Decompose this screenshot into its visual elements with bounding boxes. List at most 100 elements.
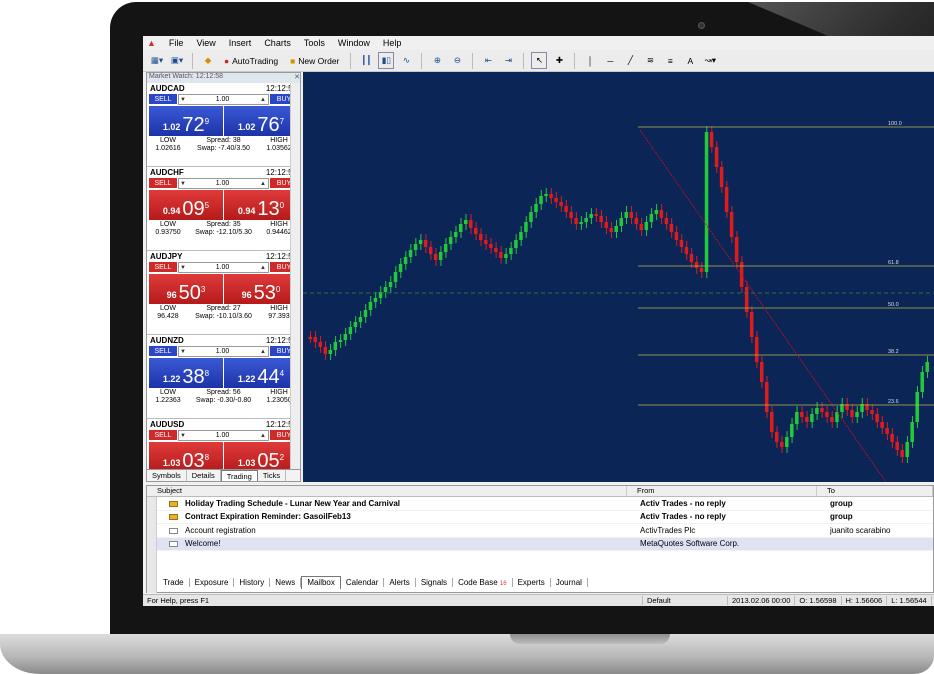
close-icon[interactable]: ✕ xyxy=(294,73,300,83)
ask-quote[interactable]: 96 53 0 xyxy=(224,274,298,304)
new-order-label: New Order xyxy=(298,55,340,66)
ask-quote[interactable]: 1.02 76 7 xyxy=(224,106,298,136)
lot-size-field[interactable]: ▼ 1.00 ▲ xyxy=(178,346,269,357)
mail-row[interactable]: Welcome! MetaQuotes Software Corp. xyxy=(157,537,933,551)
chevron-up-icon[interactable]: ▲ xyxy=(259,433,266,439)
menu-view[interactable]: View xyxy=(196,38,215,48)
lot-size-field[interactable]: ▼ 1.00 ▲ xyxy=(178,262,269,273)
fibonacci-icon[interactable]: ≡ xyxy=(662,52,678,69)
bid-prefix: 96 xyxy=(166,290,177,300)
tab-experts[interactable]: Experts xyxy=(513,578,551,587)
symbol-name[interactable]: AUDNZD xyxy=(150,336,184,345)
candlestick-icon[interactable]: ▮▯ xyxy=(378,52,395,69)
equidistant-channel-icon[interactable]: ≋ xyxy=(642,52,658,69)
bid-quote[interactable]: 0.94 09 5 xyxy=(149,190,223,220)
tab-details[interactable]: Details xyxy=(187,470,221,481)
tab-mailbox[interactable]: Mailbox xyxy=(301,576,341,589)
chevron-down-icon[interactable]: ▼ xyxy=(179,97,186,103)
bid-quote[interactable]: 1.03 03 8 xyxy=(149,442,223,472)
chevron-up-icon[interactable]: ▲ xyxy=(259,349,266,355)
chevron-down-icon[interactable]: ▼ xyxy=(179,433,186,439)
lot-size-field[interactable]: ▼ 1.00 ▲ xyxy=(178,94,269,105)
sell-button[interactable]: SELL xyxy=(149,94,177,104)
symbol-card-audnzd: AUDNZD 12:12:57 SELL ▼ 1.00 ▲ BUY 1.22 38 8 1… xyxy=(147,335,300,419)
sell-button[interactable]: SELL xyxy=(149,262,177,272)
symbol-name[interactable]: AUDJPY xyxy=(150,252,182,261)
candle-body xyxy=(609,228,613,232)
bid-quote[interactable]: 1.22 38 8 xyxy=(149,358,223,388)
lot-size-field[interactable]: ▼ 1.00 ▲ xyxy=(178,430,269,441)
autoscroll-icon[interactable]: ⇤ xyxy=(480,52,496,69)
tab-label: Calendar xyxy=(345,578,379,587)
scrollbar[interactable] xyxy=(290,83,300,471)
mail-row[interactable]: Holiday Trading Schedule - Lunar New Yea… xyxy=(157,497,933,511)
trendline-icon[interactable]: ╱ xyxy=(622,52,638,69)
profiles-icon[interactable]: ▣▾ xyxy=(169,52,185,69)
chart-canvas[interactable]: 100.061.850.038.223.60.014:5913:2021:01 xyxy=(303,72,934,482)
tab-alerts[interactable]: Alerts xyxy=(384,578,416,587)
menu-insert[interactable]: Insert xyxy=(229,38,252,48)
tab-history[interactable]: History xyxy=(234,578,271,587)
chart-shift-icon[interactable]: ⇥ xyxy=(500,52,516,69)
tab-code-base[interactable]: Code Base 16 xyxy=(453,578,513,587)
tab-news[interactable]: News xyxy=(270,578,302,587)
menu-charts[interactable]: Charts xyxy=(264,38,291,48)
new-order-button[interactable]: ■ New Order xyxy=(286,52,343,69)
chevron-down-icon[interactable]: ▼ xyxy=(179,349,186,355)
sell-button[interactable]: SELL xyxy=(149,430,177,440)
tab-symbols[interactable]: Symbols xyxy=(147,470,187,481)
new-chart-icon[interactable]: ▦▾ xyxy=(149,52,165,69)
zoom-out-icon[interactable]: ⊖ xyxy=(449,52,465,69)
column-from[interactable]: From xyxy=(627,486,817,496)
tab-trading[interactable]: Trading xyxy=(220,470,258,481)
menu-window[interactable]: Window xyxy=(338,38,370,48)
chevron-up-icon[interactable]: ▲ xyxy=(259,97,266,103)
bid-quote[interactable]: 1.02 72 9 xyxy=(149,106,223,136)
sell-button[interactable]: SELL xyxy=(149,178,177,188)
menu-help[interactable]: Help xyxy=(383,38,402,48)
spread-value: Spread: 38 xyxy=(206,137,241,144)
tab-journal[interactable]: Journal xyxy=(551,578,588,587)
ask-quote[interactable]: 0.94 13 0 xyxy=(224,190,298,220)
chevron-down-icon[interactable]: ▼ xyxy=(179,181,186,187)
experts-icon[interactable]: ◆ xyxy=(200,52,216,69)
ask-quote[interactable]: 1.03 05 2 xyxy=(224,442,298,472)
lot-size-field[interactable]: ▼ 1.00 ▲ xyxy=(178,178,269,189)
tab-ticks[interactable]: Ticks xyxy=(258,470,287,481)
chevron-up-icon[interactable]: ▲ xyxy=(259,181,266,187)
vertical-line-icon[interactable]: │ xyxy=(582,52,598,69)
tab-calendar[interactable]: Calendar xyxy=(341,578,385,587)
zoom-in-icon[interactable]: ⊕ xyxy=(429,52,445,69)
app-icon[interactable]: ▲ xyxy=(147,38,156,48)
text-icon[interactable]: A xyxy=(682,52,698,69)
candle-body xyxy=(464,220,468,224)
menu-file[interactable]: File xyxy=(169,38,184,48)
chevron-up-icon[interactable]: ▲ xyxy=(259,265,266,271)
bar-chart-icon[interactable]: ┃┃ xyxy=(358,52,374,69)
bid-quote[interactable]: 96 50 3 xyxy=(149,274,223,304)
symbol-name[interactable]: AUDCAD xyxy=(150,84,185,93)
ask-quote[interactable]: 1.22 44 4 xyxy=(224,358,298,388)
chevron-down-icon[interactable]: ▼ xyxy=(179,265,186,271)
symbol-name[interactable]: AUDCHF xyxy=(150,168,184,177)
line-chart-icon[interactable]: ∿ xyxy=(398,52,414,69)
menu-tools[interactable]: Tools xyxy=(304,38,325,48)
candle-body xyxy=(639,224,644,230)
symbol-name[interactable]: AUDUSD xyxy=(150,420,184,429)
candle-body xyxy=(318,342,323,347)
tab-exposure[interactable]: Exposure xyxy=(190,578,235,587)
horizontal-line-icon[interactable]: ─ xyxy=(602,52,618,69)
cursor-icon[interactable]: ↖ xyxy=(531,52,548,69)
tab-signals[interactable]: Signals xyxy=(416,578,454,587)
column-to[interactable]: To xyxy=(817,486,933,496)
arrows-icon[interactable]: ↝▾ xyxy=(702,52,718,69)
mail-row[interactable]: Account registration ActivTrades Plc jua… xyxy=(157,524,933,538)
crosshair-icon[interactable]: ✚ xyxy=(551,52,567,69)
price-chart[interactable]: 100.061.850.038.223.60.014:5913:2021:01 xyxy=(303,72,934,482)
fib-level-label: 50.0 xyxy=(888,302,899,308)
column-subject[interactable]: Subject xyxy=(147,486,627,496)
mail-row[interactable]: Contract Expiration Reminder: GasoilFeb1… xyxy=(157,511,933,524)
autotrading-button[interactable]: ● AutoTrading xyxy=(220,52,282,69)
sell-button[interactable]: SELL xyxy=(149,346,177,356)
tab-trade[interactable]: Trade xyxy=(158,578,190,587)
